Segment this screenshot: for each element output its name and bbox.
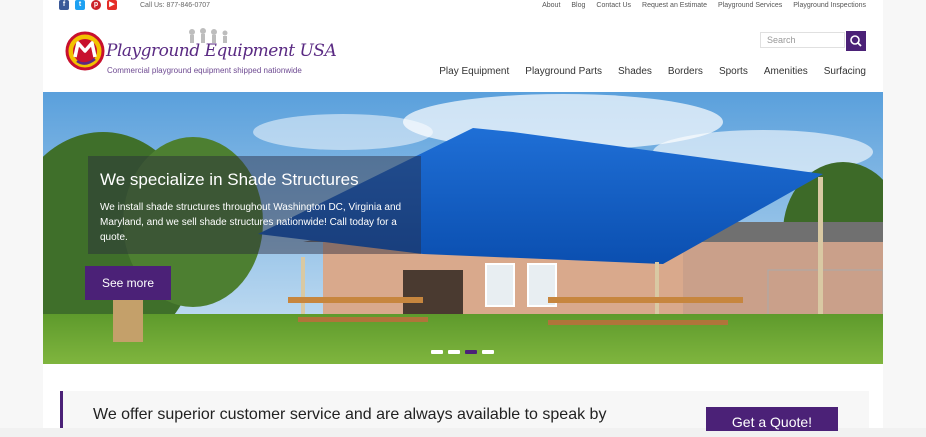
page: f t p ▶ Call Us: 877-846-0707 About Blog… bbox=[43, 0, 883, 431]
top-link-blog[interactable]: Blog bbox=[571, 2, 585, 9]
cta-text: We offer superior customer service and a… bbox=[93, 406, 607, 423]
nav-sports[interactable]: Sports bbox=[719, 66, 748, 77]
social-links: f t p ▶ bbox=[59, 0, 117, 10]
search-input[interactable]: Search bbox=[760, 32, 845, 48]
nav-shades[interactable]: Shades bbox=[618, 66, 652, 77]
facebook-icon[interactable]: f bbox=[59, 0, 69, 10]
nav-borders[interactable]: Borders bbox=[668, 66, 703, 77]
slider-dots bbox=[431, 350, 494, 354]
pinterest-icon[interactable]: p bbox=[91, 0, 101, 10]
right-background bbox=[883, 0, 926, 428]
main-nav: Play Equipment Playground Parts Shades B… bbox=[439, 66, 866, 77]
left-background bbox=[0, 0, 43, 428]
nav-surfacing[interactable]: Surfacing bbox=[824, 66, 866, 77]
brand-tagline: Commercial playground equipment shipped … bbox=[107, 66, 302, 75]
slider-dot[interactable] bbox=[448, 350, 460, 354]
youtube-icon[interactable]: ▶ bbox=[107, 0, 117, 10]
hero-title: We specialize in Shade Structures bbox=[100, 170, 359, 189]
see-more-button[interactable]: See more bbox=[85, 266, 171, 300]
top-link-services[interactable]: Playground Services bbox=[718, 2, 782, 9]
hero-text: We install shade structures throughout W… bbox=[100, 202, 402, 243]
twitter-icon[interactable]: t bbox=[75, 0, 85, 10]
search-icon bbox=[850, 35, 862, 47]
top-link-inspections[interactable]: Playground Inspections bbox=[793, 2, 866, 9]
phone-number: Call Us: 877-846-0707 bbox=[140, 2, 211, 9]
search-button[interactable] bbox=[846, 31, 866, 51]
top-link-contact[interactable]: Contact Us bbox=[596, 2, 631, 9]
slider-dot-active[interactable] bbox=[465, 350, 477, 354]
nav-play-equipment[interactable]: Play Equipment bbox=[439, 66, 509, 77]
nav-amenities[interactable]: Amenities bbox=[764, 66, 808, 77]
top-links: About Blog Contact Us Request an Estimat… bbox=[542, 2, 866, 9]
nav-playground-parts[interactable]: Playground Parts bbox=[525, 66, 602, 77]
top-link-about[interactable]: About bbox=[542, 2, 560, 9]
brand-name[interactable]: Playground Equipment USA bbox=[106, 41, 337, 61]
logo-icon[interactable] bbox=[65, 31, 105, 71]
cta-banner: We offer superior customer service and a… bbox=[60, 391, 869, 431]
slider-dot[interactable] bbox=[482, 350, 494, 354]
top-bar: f t p ▶ Call Us: 877-846-0707 About Blog… bbox=[43, 0, 883, 14]
get-quote-button[interactable]: Get a Quote! bbox=[706, 407, 838, 431]
hero-slider[interactable]: We specialize in Shade Structures We ins… bbox=[43, 92, 883, 364]
top-link-estimate[interactable]: Request an Estimate bbox=[642, 2, 707, 9]
slider-dot[interactable] bbox=[431, 350, 443, 354]
